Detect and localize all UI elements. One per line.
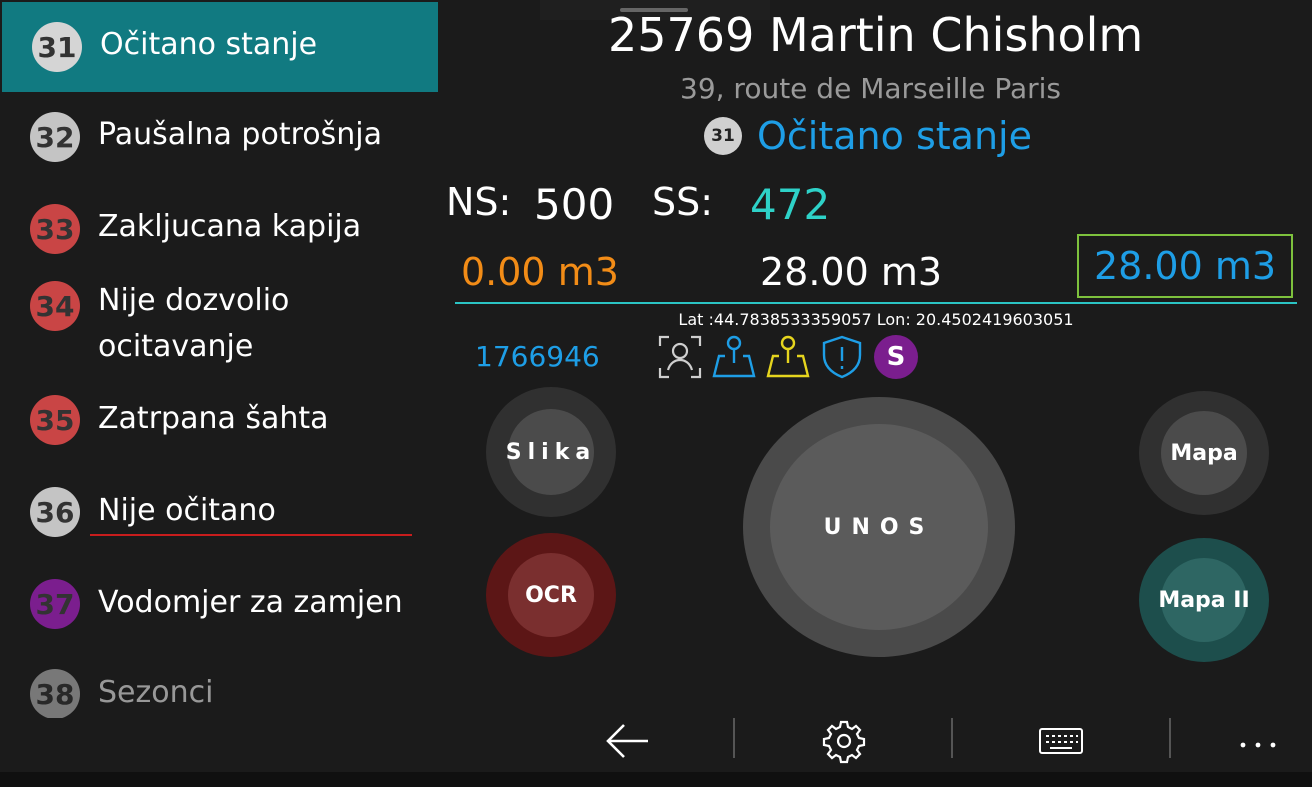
unos-button-label: UNOS: [823, 514, 935, 540]
customer-address: 39, route de Marseille Paris: [680, 72, 1061, 105]
mapa-button[interactable]: Mapa: [1139, 391, 1269, 515]
divider: [455, 302, 1297, 304]
sidebar-item-label-line2: ocitavanje: [98, 329, 254, 364]
sidebar-item-nije-dozvolio[interactable]: 34 Nije dozvolio ocitavanje: [0, 276, 440, 376]
current-status-label: Očitano stanje: [757, 114, 1032, 158]
ns-value: 500: [534, 180, 615, 229]
more-button[interactable]: [1218, 718, 1298, 764]
shield-alert-icon[interactable]: [819, 334, 865, 380]
focus-underline: [90, 534, 412, 536]
status-badge-33: 33: [30, 204, 80, 254]
app-bar-divider: [733, 718, 735, 758]
ss-label: SS:: [652, 180, 714, 224]
sidebar-item-vodomjer-za-zamjen[interactable]: 37 Vodomjer za zamjen: [0, 558, 440, 650]
status-icons: S: [657, 334, 919, 380]
sidebar-item-label: Vodomjer za zamjen: [98, 585, 403, 620]
sidebar-item-label: Paušalna potrošnja: [98, 117, 382, 152]
slika-button[interactable]: Slika: [486, 387, 616, 517]
consumption-current-field[interactable]: 28.00 m3: [1077, 234, 1293, 298]
consumption-expected: 28.00 m3: [760, 250, 943, 294]
customer-title: 25769 Martin Chisholm: [608, 8, 1144, 62]
sidebar-item-label: Sezonci: [98, 675, 214, 710]
unos-button[interactable]: UNOS: [743, 397, 1015, 657]
slika-button-label: Slika: [505, 439, 597, 465]
map-pin-yellow-icon[interactable]: [765, 334, 811, 380]
app-bar-divider: [951, 718, 953, 758]
keyboard-button[interactable]: [1021, 718, 1101, 764]
meter-id: 1766946: [475, 340, 600, 373]
status-badge-35: 35: [30, 395, 80, 445]
settings-icon: [822, 720, 866, 764]
more-icon: [1240, 742, 1276, 748]
status-badge-36: 36: [30, 487, 80, 537]
back-button[interactable]: [587, 718, 667, 764]
s-badge-icon[interactable]: S: [873, 334, 919, 380]
status-badge-37: 37: [30, 579, 80, 629]
mapa-ii-button[interactable]: Mapa II: [1139, 538, 1269, 662]
ocr-button-label: OCR: [525, 582, 577, 608]
settings-button[interactable]: [804, 718, 884, 764]
s-badge-letter: S: [874, 335, 918, 379]
mapa-button-label: Mapa: [1170, 440, 1238, 466]
status-badge-34: 34: [30, 281, 80, 331]
map-pin-blue-icon[interactable]: [711, 334, 757, 380]
sidebar-item-ocitano-stanje[interactable]: 31 Očitano stanje: [2, 2, 438, 92]
sidebar-item-label: Nije očitano: [98, 493, 276, 528]
status-badge-38: 38: [30, 669, 80, 719]
taskbar-strip: [0, 772, 1312, 787]
ss-value: 472: [750, 180, 831, 229]
status-sidebar: 31 Očitano stanje 32 Paušalna potrošnja …: [0, 0, 440, 720]
consumption-previous: 0.00 m3: [461, 250, 619, 294]
mapa-ii-button-label: Mapa II: [1158, 587, 1250, 613]
app-bar: [0, 718, 1312, 772]
sidebar-item-sezonci[interactable]: 38 Sezonci: [0, 650, 440, 720]
sidebar-item-label: Zakljucana kapija: [98, 209, 362, 244]
status-badge-32: 32: [30, 112, 80, 162]
gps-coordinates: Lat :44.7838533359057 Lon: 20.4502419603…: [678, 310, 1074, 329]
app-bar-divider: [1169, 718, 1171, 758]
keyboard-icon: [1039, 728, 1083, 754]
sidebar-item-label: Zatrpana šahta: [98, 401, 329, 436]
sidebar-item-zatrpana-sahta[interactable]: 35 Zatrpana šahta: [0, 376, 440, 466]
sidebar-item-label-line1: Nije dozvolio: [98, 283, 290, 318]
sidebar-item-label: Očitano stanje: [100, 27, 318, 62]
sidebar-item-zakljucana-kapija[interactable]: 33 Zakljucana kapija: [0, 184, 440, 276]
ns-label: NS:: [446, 180, 512, 224]
ocr-button[interactable]: OCR: [486, 533, 616, 657]
person-scan-icon[interactable]: [657, 334, 703, 380]
current-status-badge: 31: [704, 117, 742, 155]
sidebar-item-nije-ocitano[interactable]: 36 Nije očitano: [0, 466, 440, 558]
status-badge-31: 31: [32, 22, 82, 72]
sidebar-item-pausalna-potrosnja[interactable]: 32 Paušalna potrošnja: [0, 92, 440, 184]
back-arrow-icon: [606, 724, 648, 758]
